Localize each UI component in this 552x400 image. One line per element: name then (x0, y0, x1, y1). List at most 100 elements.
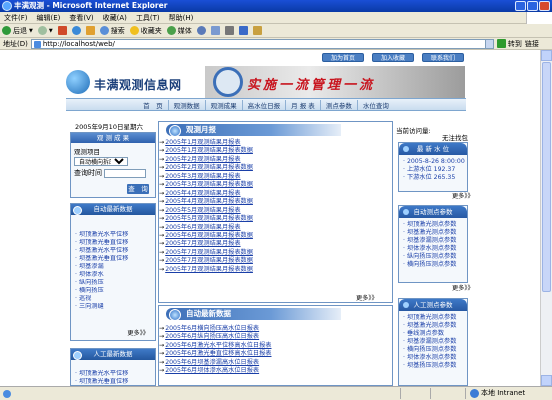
list-item[interactable]: 坝基激光垂直位移 (75, 255, 151, 263)
favorites-button[interactable]: 收藏夹 (129, 26, 162, 36)
auto-points-title: 自动测点参数 (399, 206, 467, 218)
list-item[interactable]: 坝顶激光测点参数 (403, 314, 463, 322)
nav-observation-results[interactable]: 观测成果 (206, 99, 243, 110)
maximize-button[interactable] (527, 1, 538, 11)
list-item[interactable]: 三向测缝 (75, 303, 151, 311)
scroll-up-button[interactable] (541, 50, 552, 61)
list-item[interactable]: 2005年6月坝基渗漏高水位日报表 (159, 359, 272, 367)
list-item[interactable]: 2005年4月观测结果月报表 (159, 190, 253, 198)
list-item[interactable]: 2005年2月观测结果月报表数据 (159, 164, 253, 172)
nav-observation-data[interactable]: 观测数据 (169, 99, 206, 110)
list-item[interactable]: 坝体渗水 (75, 271, 151, 279)
address-dropdown[interactable] (484, 38, 494, 49)
list-item[interactable]: 纵向扬压 (75, 279, 151, 287)
list-item[interactable]: 2005年3月观测结果月报表数据 (159, 181, 253, 189)
menu-help[interactable]: 帮助(H) (169, 13, 194, 23)
list-item[interactable]: 垂线测点参数 (403, 330, 463, 338)
list-item[interactable]: 2005年6月激光垂直位移高水位日报表 (159, 350, 271, 358)
list-item[interactable]: 横向扬压测点参数 (403, 346, 463, 354)
auto-points-more-link[interactable]: 更多》》 (452, 283, 474, 292)
list-item[interactable]: 坝体渗水测点参数 (403, 354, 463, 362)
list-item[interactable]: 坝顶激光测点参数 (403, 221, 463, 229)
list-item[interactable]: 坝基渗漏 (75, 263, 151, 271)
close-button[interactable] (539, 1, 550, 11)
observation-item-select[interactable]: 自动横向拆压 (74, 157, 128, 166)
contact-us-button[interactable]: 联系我们 (422, 53, 464, 62)
go-button[interactable]: 转到 (496, 39, 522, 49)
nav-water-query[interactable]: 水位查询 (358, 100, 394, 110)
upstream-level[interactable]: 上游水位 192.37 (403, 166, 463, 174)
left-manual-data-panel: 人工最新数据 坝顶激光水平位移 坝顶激光垂直位移 (70, 348, 156, 386)
nav-high-water-daily[interactable]: 高水位日报 (243, 99, 287, 110)
mail-button[interactable] (210, 26, 220, 35)
manual-points-panel: 人工测点参数 坝顶激光测点参数 坝基激光测点参数 垂线测点参数 坝基渗漏测点参数… (398, 298, 468, 386)
list-item[interactable]: 坝基激光测点参数 (403, 322, 463, 330)
forward-button[interactable]: ▼ (37, 26, 53, 35)
vertical-scrollbar[interactable] (540, 50, 552, 386)
list-item[interactable]: 巡视 (75, 295, 151, 303)
stop-button[interactable] (57, 26, 67, 35)
list-item[interactable]: 横向扬压测点参数 (403, 261, 463, 269)
list-item[interactable]: 纵向扬压测点参数 (403, 253, 463, 261)
query-time-input[interactable] (104, 168, 146, 178)
list-item[interactable]: 坝顶激光水平位移 (75, 231, 151, 239)
list-item[interactable]: 坝基扬压测点参数 (403, 362, 463, 370)
refresh-button[interactable] (71, 26, 81, 35)
list-item[interactable]: 2005年6月坝体渗水高水位日报表 (159, 367, 272, 375)
scroll-down-button[interactable] (541, 375, 552, 386)
edit-icon (238, 26, 248, 35)
list-item[interactable]: 2005年7月观测结果月报表数据 (159, 257, 253, 265)
list-item[interactable]: 坝体渗水测点参数 (403, 245, 463, 253)
list-item[interactable]: 坝顶激光垂直位移 (75, 378, 151, 386)
list-item[interactable]: 坝基激光水平位移 (75, 247, 151, 255)
query-button[interactable]: 查 询 (127, 184, 149, 194)
menu-file[interactable]: 文件(F) (4, 13, 28, 23)
current-date: 2005年9月10日星期六 (75, 123, 143, 131)
menu-favorites[interactable]: 收藏(A) (103, 13, 127, 23)
menu-bar: 文件(F) 编辑(E) 查看(V) 收藏(A) 工具(T) 帮助(H) (0, 12, 552, 24)
water-more-link[interactable]: 更多》》 (452, 191, 474, 200)
main-nav: 首 页 观测数据 观测成果 高水位日报 月 报 表 测点参数 水位查询 (66, 98, 466, 111)
add-favorite-button[interactable]: 加入收藏 (372, 53, 414, 62)
links-button[interactable]: 链接 (525, 39, 539, 49)
scroll-thumb[interactable] (542, 62, 551, 292)
edit-button[interactable] (238, 26, 248, 35)
minimize-button[interactable] (515, 1, 526, 11)
list-item[interactable]: 横向扬压 (75, 287, 151, 295)
list-item[interactable]: 坝顶激光垂直位移 (75, 239, 151, 247)
search-button[interactable]: 搜索 (99, 26, 125, 36)
list-item[interactable]: 2005年7月观测结果月报表数据 (159, 266, 253, 274)
print-button[interactable] (224, 26, 234, 35)
menu-view[interactable]: 查看(V) (69, 13, 93, 23)
list-item[interactable]: 2005年7月观测结果月报表 (159, 240, 253, 248)
list-item[interactable]: 坝基渗漏测点参数 (403, 237, 463, 245)
list-item[interactable]: 2005年1月观测结果月报表数据 (159, 147, 253, 155)
banner-slogan: 实施一流管理一流 (247, 78, 376, 93)
list-item[interactable]: 2005年5月观测结果月报表 (159, 207, 253, 215)
back-button[interactable]: 后退 ▼ (2, 26, 33, 36)
left-more-link[interactable]: 更多》》 (127, 328, 149, 337)
nav-monthly-report[interactable]: 月 报 表 (286, 99, 321, 110)
menu-edit[interactable]: 编辑(E) (37, 13, 61, 23)
list-item[interactable]: 坝基渗漏测点参数 (403, 338, 463, 346)
set-homepage-button[interactable]: 加为首页 (322, 53, 364, 62)
list-item[interactable]: 坝顶激光水平位移 (75, 370, 151, 378)
list-item[interactable]: 2005年6月纵向扬压高水位日报表 (159, 333, 272, 341)
address-input[interactable]: http://localhost/web/ (30, 38, 486, 49)
nav-home[interactable]: 首 页 (138, 99, 169, 110)
list-item[interactable]: 2005年5月观测结果月报表数据 (159, 215, 253, 223)
discuss-button[interactable] (252, 26, 262, 35)
site-logo[interactable]: 丰满观测信息网 (66, 70, 206, 96)
nav-point-params[interactable]: 测点参数 (321, 99, 358, 110)
history-button[interactable] (196, 26, 206, 35)
list-item[interactable]: 2005年6月观测结果月报表 (159, 224, 253, 232)
history-icon (196, 26, 206, 35)
list-item[interactable]: 坝基激光测点参数 (403, 229, 463, 237)
menu-tools[interactable]: 工具(T) (136, 13, 160, 23)
home-button[interactable] (85, 26, 95, 35)
list-item[interactable]: 2005年3月观测结果月报表 (159, 173, 253, 181)
downstream-level[interactable]: 下游水位 265.35 (403, 174, 463, 182)
auto-data-title: 自动最新数据 (166, 308, 341, 321)
list-item[interactable]: 2005年4月观测结果月报表数据 (159, 198, 253, 206)
media-button[interactable]: 媒体 (166, 26, 192, 36)
